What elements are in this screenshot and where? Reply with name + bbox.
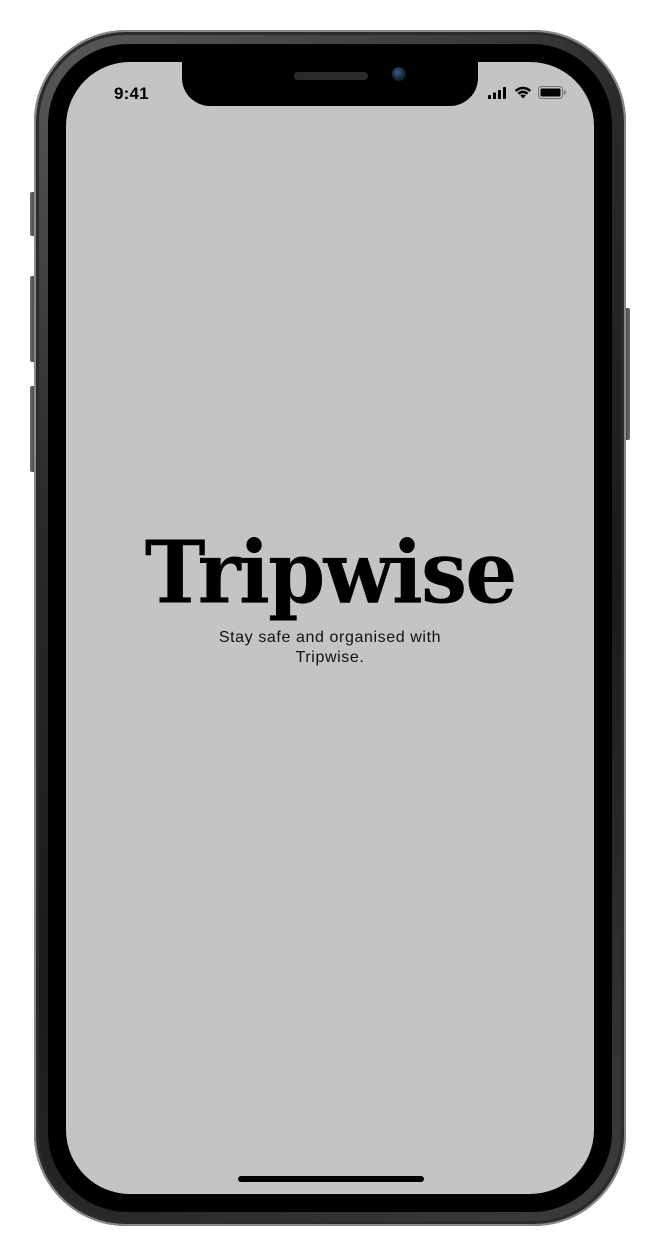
status-time: 9:41 (114, 84, 149, 103)
tagline: Stay safe and organised with Tripwise. (218, 629, 442, 666)
wifi-icon (514, 86, 532, 104)
earpiece-speaker (294, 72, 368, 80)
app-logo: Tripwise (144, 522, 518, 624)
status-icons (488, 86, 566, 104)
battery-icon (538, 86, 566, 104)
splash-screen: 9:41 Tripwise Stay safe and organised wi… (66, 62, 594, 1194)
front-camera-icon (392, 67, 406, 81)
cellular-signal-icon (488, 86, 508, 104)
home-indicator[interactable] (238, 1176, 424, 1182)
brand-block: Tripwise Stay safe and organised with Tr… (66, 522, 594, 668)
notch (182, 62, 478, 106)
device-mockup: 9:41 Tripwise Stay safe and organised wi… (0, 0, 660, 1258)
